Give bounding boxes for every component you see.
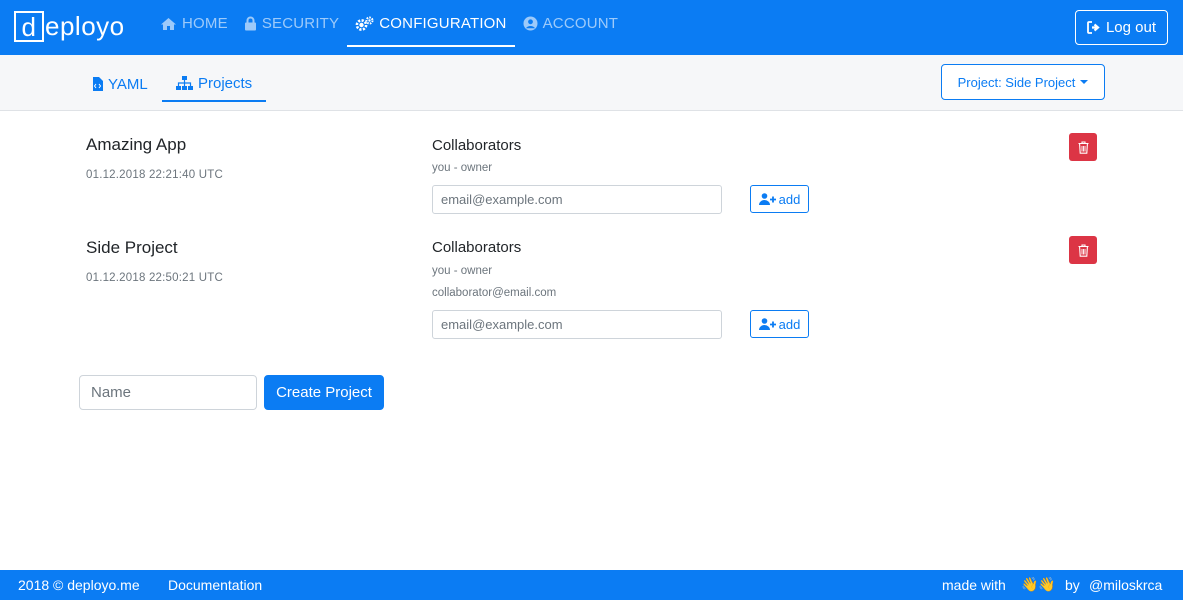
tab-projects[interactable]: Projects (162, 66, 267, 102)
footer-copyright: 2018 © deployo.me (18, 577, 140, 593)
add-collaborator-button[interactable]: add (750, 310, 809, 338)
footer-made-with: made with (942, 577, 1006, 593)
project-date: 01.12.2018 22:50:21 UTC (86, 272, 223, 284)
delete-project-button[interactable] (1069, 236, 1097, 264)
collaborator-email-input[interactable] (432, 310, 722, 339)
add-label: add (778, 191, 801, 207)
collaborator-email-input[interactable] (432, 185, 722, 214)
nav-home-label: HOME (182, 15, 228, 32)
create-project-button[interactable]: Create Project (264, 375, 384, 410)
author-link[interactable]: @miloskrca (1089, 577, 1162, 593)
footer-by: by (1065, 577, 1080, 593)
logout-label: Log out (1105, 19, 1157, 36)
nav-security[interactable]: SECURITY (236, 0, 347, 47)
add-collaborator-button[interactable]: add (750, 185, 809, 213)
config-subnav: YAML Projects Project: Side Project (0, 55, 1183, 111)
file-code-icon (93, 77, 103, 91)
tab-yaml[interactable]: YAML (92, 66, 148, 102)
main-nav: HOME SECURITY CONFIGURATION ACCOUNT (152, 0, 626, 55)
tab-yaml-label: YAML (108, 75, 148, 93)
logout-button[interactable]: Log out (1075, 10, 1168, 45)
nav-configuration-label: CONFIGURATION (379, 15, 507, 32)
nav-account[interactable]: ACCOUNT (515, 0, 627, 47)
project-name: Side Project (86, 238, 178, 257)
user-plus-icon (758, 193, 776, 205)
nav-home[interactable]: HOME (152, 0, 236, 47)
collaborators-title: Collaborators (432, 239, 522, 256)
documentation-link[interactable]: Documentation (168, 577, 262, 593)
collaborators-title: Collaborators (432, 137, 522, 154)
add-label: add (778, 316, 801, 332)
project-name-input[interactable] (79, 375, 257, 410)
home-icon (161, 17, 176, 30)
project-selector-dropdown[interactable]: Project: Side Project (941, 64, 1105, 100)
tab-projects-label: Projects (198, 74, 253, 92)
nav-account-label: ACCOUNT (542, 15, 619, 32)
nav-security-label: SECURITY (261, 15, 340, 32)
collaborator-entry: you - owner (432, 162, 493, 174)
logo-text: eployo (45, 11, 125, 41)
delete-project-button[interactable] (1069, 133, 1097, 161)
nav-configuration[interactable]: CONFIGURATION (347, 0, 515, 47)
cogs-icon (355, 16, 374, 31)
project-date: 01.12.2018 22:21:40 UTC (86, 169, 223, 181)
project-name: Amazing App (86, 135, 187, 154)
logo-letter: d (14, 11, 44, 42)
deployo-logo[interactable]: d eployo (14, 11, 125, 42)
sitemap-icon (176, 76, 193, 90)
waving-hands-emoji: 👋👋 (1021, 576, 1056, 592)
sign-out-icon (1087, 21, 1100, 34)
user-plus-icon (758, 318, 776, 330)
trash-icon (1078, 243, 1088, 257)
lock-icon (244, 16, 256, 31)
trash-icon (1078, 140, 1088, 154)
top-navbar: d eployo HOME SECURITY CONFIGURATION ACC… (0, 0, 1183, 55)
caret-down-icon (1080, 79, 1089, 84)
user-circle-icon (523, 16, 538, 31)
footer: 2018 © deployo.me Documentation made wit… (0, 570, 1183, 600)
project-selector-label: Project: Side Project (957, 74, 1076, 90)
collaborator-entry: you - owner (432, 265, 493, 277)
collaborator-entry: collaborator@email.com (432, 287, 557, 299)
